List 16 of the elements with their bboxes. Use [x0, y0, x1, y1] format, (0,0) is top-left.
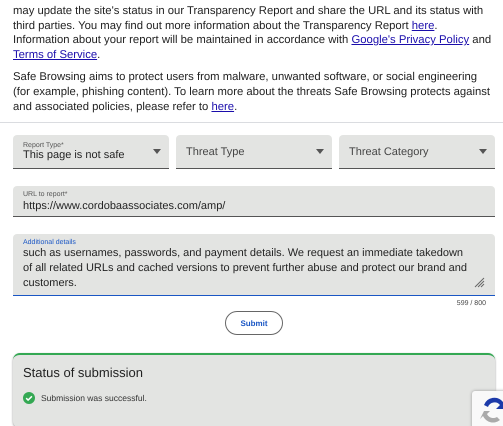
status-title: Status of submission [23, 365, 144, 380]
caret-icon [316, 149, 324, 154]
link[interactable]: here [412, 20, 434, 32]
check-circle-icon [23, 392, 35, 404]
status-message: Submission was successful. [41, 393, 147, 404]
link[interactable]: Google's Privacy Policy [351, 34, 470, 46]
link[interactable]: here [211, 100, 234, 113]
link[interactable]: Terms of Service [13, 48, 98, 61]
dropdown[interactable]: Threat Category [339, 135, 495, 170]
caret-icon [479, 149, 487, 154]
caret-icon [153, 149, 161, 154]
paragraph: may update the site's status in our Transparency Report and share the URL and its status with third parties. You may find out more information about the Transparency Report here. Information about your report will be maintained in accordance with Google's Privacy Policy and Terms of Service. [13, 4, 492, 62]
submit-button[interactable]: Submit [225, 311, 283, 336]
resize-grip-icon[interactable] [473, 276, 485, 288]
dropdown[interactable]: Threat Type [176, 135, 332, 170]
paragraph: Safe Browsing aims to protect users from malware, unwanted software, or social engineering (for example, phishing content). To learn more about the threats Safe Browsing protects against and associated policies, please refer to here. [13, 70, 492, 114]
